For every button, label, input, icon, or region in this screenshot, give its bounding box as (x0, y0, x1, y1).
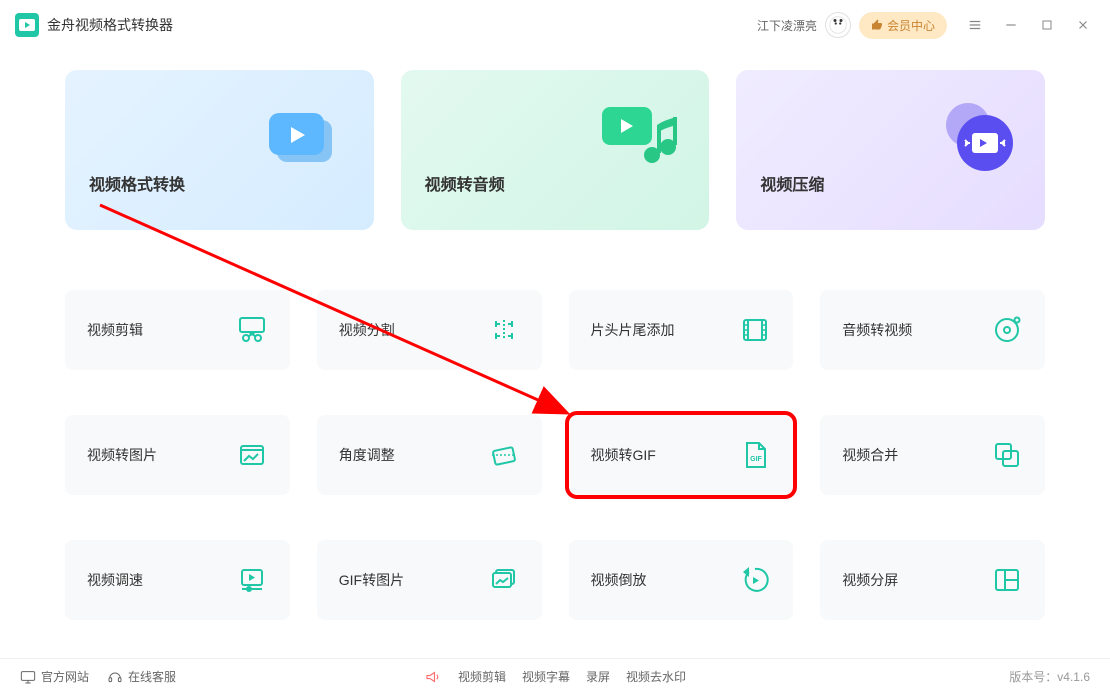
grid-label: 视频分割 (339, 320, 395, 340)
gif-file-icon: GIF (739, 439, 771, 471)
video-convert-icon (259, 95, 349, 185)
tool-video-reverse[interactable]: 视频倒放 (569, 540, 794, 620)
maximize-button[interactable] (1035, 13, 1059, 37)
tool-video-merge[interactable]: 视频合并 (820, 415, 1045, 495)
promo-link[interactable]: 视频剪辑 (458, 668, 506, 685)
bottom-bar: 官方网站 在线客服 视频剪辑 视频字幕 录屏 视频去水印 版本号：v4.1.6 (0, 658, 1110, 694)
monitor-icon (20, 670, 36, 684)
reverse-icon (739, 564, 771, 596)
feature-video-compress[interactable]: 视频压缩 (736, 70, 1045, 230)
tool-intro-outro[interactable]: 片头片尾添加 (569, 290, 794, 370)
svg-text:GIF: GIF (750, 456, 762, 463)
gif-images-icon (488, 564, 520, 596)
scissors-icon (236, 314, 268, 346)
member-label: 会员中心 (887, 17, 935, 34)
username[interactable]: 江下凌漂亮 (757, 17, 817, 34)
tool-video-speed[interactable]: 视频调速 (65, 540, 290, 620)
headset-icon (107, 669, 123, 685)
feature-video-to-audio[interactable]: 视频转音频 (401, 70, 710, 230)
split-icon (488, 314, 520, 346)
grid-label: GIF转图片 (339, 570, 404, 590)
avatar[interactable] (825, 12, 851, 38)
tool-video-to-gif[interactable]: 视频转GIF GIF (569, 415, 794, 495)
tool-gif-to-image[interactable]: GIF转图片 (317, 540, 542, 620)
feature-label: 视频转音频 (425, 171, 505, 195)
app-title: 金舟视频格式转换器 (47, 15, 173, 35)
grid-label: 视频调速 (87, 570, 143, 590)
member-center-button[interactable]: 会员中心 (859, 12, 947, 39)
promo-link[interactable]: 视频去水印 (626, 668, 686, 685)
minimize-button[interactable] (999, 13, 1023, 37)
promo-link[interactable]: 视频字幕 (522, 668, 570, 685)
app-logo-icon (15, 13, 39, 37)
tool-video-split[interactable]: 视频分割 (317, 290, 542, 370)
video-audio-icon (594, 95, 684, 185)
title-bar: 金舟视频格式转换器 江下凌漂亮 会员中心 (0, 0, 1110, 50)
feature-format-convert[interactable]: 视频格式转换 (65, 70, 374, 230)
tool-video-to-image[interactable]: 视频转图片 (65, 415, 290, 495)
grid-row-2: 视频转图片 角度调整 视频转GIF GIF 视频合并 (65, 415, 1045, 495)
title-left: 金舟视频格式转换器 (15, 13, 173, 37)
video-compress-icon (930, 95, 1020, 185)
grid-label: 视频转图片 (87, 445, 157, 465)
tool-audio-to-video[interactable]: 音频转视频 (820, 290, 1045, 370)
tool-video-split-screen[interactable]: 视频分屏 (820, 540, 1045, 620)
title-right: 江下凌漂亮 会员中心 (757, 12, 1095, 39)
grid-label: 视频转GIF (591, 445, 656, 465)
tool-rotate[interactable]: 角度调整 (317, 415, 542, 495)
close-button[interactable] (1071, 13, 1095, 37)
megaphone-icon (424, 669, 442, 685)
rotate-icon (488, 439, 520, 471)
grid-label: 视频合并 (842, 445, 898, 465)
split-screen-icon (991, 564, 1023, 596)
bottom-center: 视频剪辑 视频字幕 录屏 视频去水印 (424, 668, 686, 685)
film-icon (739, 314, 771, 346)
grid-label: 角度调整 (339, 445, 395, 465)
grid-label: 音频转视频 (842, 320, 912, 340)
feature-row: 视频格式转换 视频转音频 (65, 70, 1045, 230)
support-link[interactable]: 在线客服 (107, 668, 176, 685)
grid-label: 视频剪辑 (87, 320, 143, 340)
menu-button[interactable] (963, 13, 987, 37)
image-icon (236, 439, 268, 471)
grid-label: 视频分屏 (842, 570, 898, 590)
feature-label: 视频压缩 (760, 171, 824, 195)
disc-icon (991, 314, 1023, 346)
main-content: 视频格式转换 视频转音频 (0, 50, 1110, 620)
grid-label: 片头片尾添加 (591, 320, 675, 340)
promo-link[interactable]: 录屏 (586, 668, 610, 685)
grid-label: 视频倒放 (591, 570, 647, 590)
bottom-left: 官方网站 在线客服 (20, 668, 176, 685)
tool-video-trim[interactable]: 视频剪辑 (65, 290, 290, 370)
grid-row-1: 视频剪辑 视频分割 片头片尾添加 音频转视频 (65, 290, 1045, 370)
merge-icon (991, 439, 1023, 471)
window-controls (963, 13, 1095, 37)
speed-icon (236, 564, 268, 596)
feature-label: 视频格式转换 (89, 171, 185, 195)
official-website-link[interactable]: 官方网站 (20, 668, 89, 685)
grid-row-3: 视频调速 GIF转图片 视频倒放 视频分屏 (65, 540, 1045, 620)
version-label: 版本号：v4.1.6 (1009, 668, 1090, 685)
thumbs-up-icon (871, 19, 883, 31)
